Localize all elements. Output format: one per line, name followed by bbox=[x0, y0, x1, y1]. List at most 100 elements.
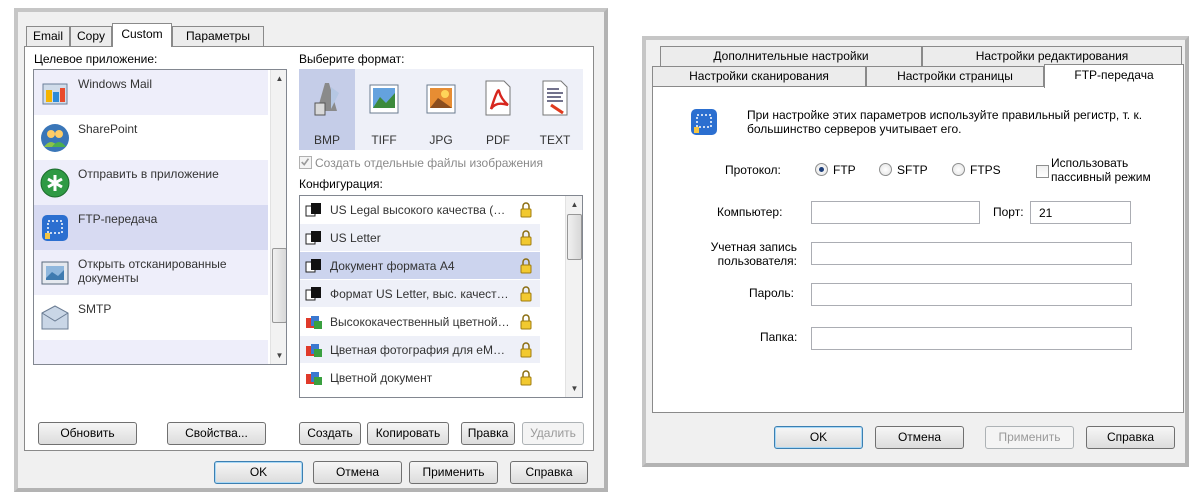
select-format-label: Выберите формат: bbox=[299, 52, 405, 66]
list-item-send-to-app[interactable]: Отправить в приложение bbox=[34, 160, 268, 205]
ftp-transfer-icon bbox=[42, 215, 68, 241]
apply-button[interactable]: Применить bbox=[985, 426, 1074, 449]
config-row[interactable]: Цветной документ bbox=[300, 364, 540, 391]
copy-button[interactable]: Копировать bbox=[367, 422, 449, 445]
color-doc-icon bbox=[306, 372, 322, 385]
list-item-ftp-transfer[interactable]: FTP-передача bbox=[34, 205, 268, 250]
lock-icon bbox=[520, 230, 532, 246]
format-pdf[interactable]: PDF bbox=[470, 69, 526, 150]
tab-ftp-transfer[interactable]: FTP-передача bbox=[1044, 64, 1184, 88]
app-label: Windows Mail bbox=[78, 77, 153, 91]
user-account-input[interactable] bbox=[811, 242, 1132, 265]
bw-doc-icon bbox=[305, 203, 321, 217]
text-icon bbox=[542, 80, 568, 116]
format-tiff[interactable]: TIFF bbox=[356, 69, 412, 150]
checkmark-icon bbox=[301, 158, 310, 166]
tab-page-settings[interactable]: Настройки страницы bbox=[866, 66, 1044, 86]
cancel-button[interactable]: Отмена bbox=[875, 426, 964, 449]
tab-editing-settings[interactable]: Настройки редактирования bbox=[922, 46, 1182, 66]
port-input[interactable] bbox=[1030, 201, 1131, 224]
ok-button[interactable]: OK bbox=[774, 426, 863, 449]
list-item-sharepoint[interactable]: SharePoint bbox=[34, 115, 268, 160]
config-row[interactable]: Цветная фотография для eMail (6... bbox=[300, 336, 540, 363]
app-list-scrollbar[interactable]: ▲ ▼ bbox=[270, 70, 286, 364]
color-doc-icon bbox=[306, 344, 322, 357]
app-label: FTP-передача bbox=[78, 212, 158, 226]
format-label: PDF bbox=[486, 133, 510, 147]
separate-files-label: Создать отдельные файлы изображения bbox=[315, 156, 543, 170]
tab-copy[interactable]: Copy bbox=[70, 26, 112, 46]
create-button[interactable]: Создать bbox=[299, 422, 361, 445]
apply-button[interactable]: Применить bbox=[409, 461, 498, 484]
protocol-ftp-radio[interactable] bbox=[815, 163, 828, 176]
scroll-thumb[interactable] bbox=[272, 248, 286, 323]
app-label: SharePoint bbox=[78, 122, 138, 136]
protocol-ftps-radio[interactable] bbox=[952, 163, 965, 176]
computer-input[interactable] bbox=[811, 201, 980, 224]
properties-button[interactable]: Свойства... bbox=[167, 422, 266, 445]
target-app-list[interactable]: Windows Mail SharePoint Отправить в прил… bbox=[33, 69, 287, 365]
list-item-windows-mail[interactable]: Windows Mail bbox=[34, 70, 268, 115]
passive-mode-checkbox[interactable] bbox=[1036, 165, 1049, 178]
color-doc-icon bbox=[306, 316, 322, 329]
protocol-sftp-radio[interactable] bbox=[879, 163, 892, 176]
format-jpg[interactable]: JPG bbox=[413, 69, 469, 150]
scroll-down-arrow-icon[interactable]: ▼ bbox=[566, 380, 582, 397]
config-row[interactable]: Формат US Letter, выс. качество... bbox=[300, 280, 540, 307]
tab-parameters[interactable]: Параметры bbox=[172, 26, 264, 46]
help-button[interactable]: Справка bbox=[510, 461, 588, 484]
help-button[interactable]: Справка bbox=[1086, 426, 1175, 449]
config-row[interactable]: Высококачественный цветной д... bbox=[300, 308, 540, 335]
scroll-down-arrow-icon[interactable]: ▼ bbox=[271, 347, 286, 364]
tab-advanced-settings[interactable]: Дополнительные настройки bbox=[660, 46, 922, 66]
scan-settings-dialog: Email Copy Custom Параметры Целевое прил… bbox=[14, 8, 608, 492]
configuration-label: Конфигурация: bbox=[299, 177, 383, 191]
app-label: Открыть отсканированные документы bbox=[78, 257, 227, 285]
open-scanned-docs-icon bbox=[41, 261, 69, 285]
tab-scan-settings[interactable]: Настройки сканирования bbox=[652, 66, 866, 86]
delete-button[interactable]: Удалить bbox=[522, 422, 584, 445]
scroll-up-arrow-icon[interactable]: ▲ bbox=[271, 70, 286, 87]
config-label: Высококачественный цветной д... bbox=[330, 315, 510, 329]
smtp-envelope-icon bbox=[41, 305, 69, 330]
tiff-icon bbox=[369, 84, 399, 114]
lock-icon bbox=[520, 202, 532, 218]
cancel-button[interactable]: Отмена bbox=[313, 461, 402, 484]
app-label: SMTP bbox=[78, 302, 112, 316]
protocol-label: Протокол: bbox=[725, 163, 781, 177]
separate-files-checkbox[interactable] bbox=[299, 156, 312, 169]
refresh-button[interactable]: Обновить bbox=[38, 422, 137, 445]
config-label: US Legal высокого качества (дуп... bbox=[330, 203, 510, 217]
bw-doc-icon bbox=[305, 259, 321, 273]
target-app-label: Целевое приложение: bbox=[34, 52, 158, 66]
config-row[interactable]: US Letter bbox=[300, 224, 540, 251]
lock-icon bbox=[520, 286, 532, 302]
passive-mode-label: Использовать пассивный режим bbox=[1051, 156, 1151, 184]
protocol-ftp-label: FTP bbox=[833, 163, 856, 177]
ftp-properties-dialog: Дополнительные настройки Настройки редак… bbox=[642, 36, 1189, 467]
scroll-up-arrow-icon[interactable]: ▲ bbox=[566, 196, 582, 213]
format-text[interactable]: TEXT bbox=[527, 69, 583, 150]
info-text: При настройке этих параметров используйт… bbox=[747, 108, 1143, 136]
edit-button[interactable]: Правка bbox=[461, 422, 515, 445]
ok-button[interactable]: OK bbox=[214, 461, 303, 484]
password-input[interactable] bbox=[811, 283, 1132, 306]
app-label: Отправить в приложение bbox=[78, 167, 219, 181]
configuration-list[interactable]: US Legal высокого качества (дуп... US Let… bbox=[299, 195, 583, 398]
pdf-icon bbox=[485, 80, 511, 116]
scroll-thumb[interactable] bbox=[567, 214, 582, 260]
tab-email[interactable]: Email bbox=[26, 26, 70, 46]
list-item-smtp[interactable]: SMTP bbox=[34, 295, 268, 340]
windows-mail-icon bbox=[42, 83, 68, 105]
tab-custom[interactable]: Custom bbox=[112, 23, 172, 47]
folder-input[interactable] bbox=[811, 327, 1132, 350]
ftp-tab-panel: При настройке этих параметров используйт… bbox=[652, 86, 1184, 413]
sharepoint-icon bbox=[41, 124, 69, 152]
send-to-app-icon bbox=[40, 168, 70, 198]
config-row[interactable]: US Legal высокого качества (дуп... bbox=[300, 196, 540, 223]
list-item-empty bbox=[34, 340, 268, 364]
config-row[interactable]: Документ формата A4 bbox=[300, 252, 540, 279]
config-list-scrollbar[interactable]: ▲ ▼ bbox=[565, 196, 582, 397]
list-item-open-scanned-docs[interactable]: Открыть отсканированные документы bbox=[34, 250, 268, 295]
format-bmp[interactable]: BMP bbox=[299, 69, 355, 150]
